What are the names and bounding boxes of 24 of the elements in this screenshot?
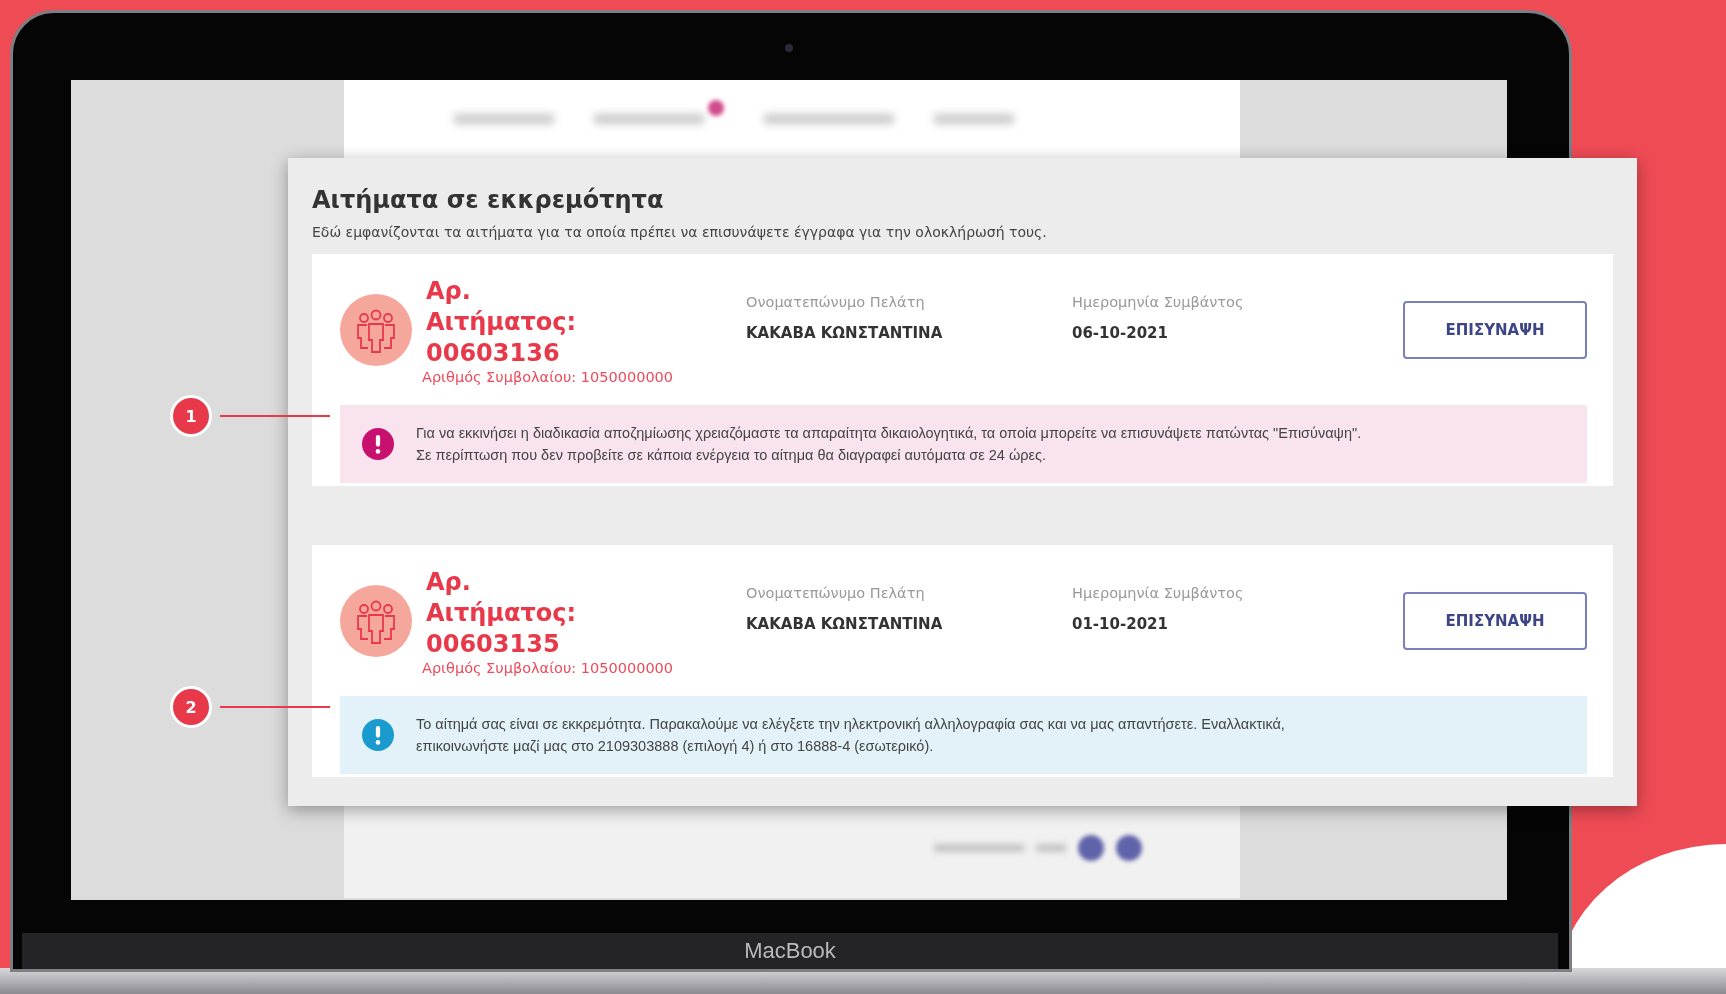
request-number: Αρ. Αιτήματος: 00603135 xyxy=(426,566,578,660)
field-label: Ονοματεπώνυμο Πελάτη xyxy=(746,585,926,601)
exclamation-icon xyxy=(362,428,394,460)
exclamation-icon xyxy=(362,719,394,751)
contract-number: Αριθμός Συμβολαίου: 1050000000 xyxy=(422,368,675,385)
customer-name: ΚΑΚΑΒΑ ΚΩΝΣΤΑΝΤΙΝΑ xyxy=(746,324,944,342)
panel-title: Αιτήματα σε εκκρεμότητα xyxy=(312,186,665,214)
alert-message: Για να εκκινήσει η διαδικασία αποζημίωσης χρειαζόμαστε τα απαραίτητα δικαιολογητικά, τα οποία μπορείτε να επισυνάψετε πατώντας "Επισύναψη". Σε περίπτωση που δεν προβείτε σε κάποια ενέργεια το αίτημα θα διαγραφεί αυτόματα σε 24 ώρες. xyxy=(416,424,1362,465)
field-label: Ημερομηνία Συμβάντος xyxy=(1072,294,1245,310)
contract-number: Αριθμός Συμβολαίου: 1050000000 xyxy=(422,659,675,676)
request-number: Αρ. Αιτήματος: 00603136 xyxy=(426,275,578,369)
event-date: 01-10-2021 xyxy=(1072,615,1169,633)
customer-name: ΚΑΚΑΒΑ ΚΩΝΣΤΑΝΤΙΝΑ xyxy=(746,615,944,633)
people-group-icon xyxy=(340,294,412,366)
camera-icon xyxy=(785,44,793,52)
attach-button[interactable]: ΕΠΙΣΥΝΑΨΗ xyxy=(1403,301,1587,359)
alert-message: Το αίτημά σας είναι σε εκκρεμότητα. Παρακαλούμε να ελέγξετε την ηλεκτρονική αλληλογραφία σας και να μας απαντήσετε. Εναλλακτικά, επικοινωνήστε μαζί μας στο 2109303888 (επιλογή 4) ή στο 16888-4 (εσωτερικό). xyxy=(416,715,1285,756)
device-label: MacBook xyxy=(744,938,836,964)
field-label: Ημερομηνία Συμβάντος xyxy=(1072,585,1245,601)
field-label: Ονοματεπώνυμο Πελάτη xyxy=(746,294,926,310)
panel-subtitle: Εδώ εμφανίζονται τα αιτήματα για τα οποία πρέπει να επισυνάψετε έγγραφα για την ολοκλήρωσή τους. xyxy=(312,224,1048,240)
event-date: 06-10-2021 xyxy=(1072,324,1169,342)
people-group-icon xyxy=(340,585,412,657)
attach-button[interactable]: ΕΠΙΣΥΝΑΨΗ xyxy=(1403,592,1587,650)
